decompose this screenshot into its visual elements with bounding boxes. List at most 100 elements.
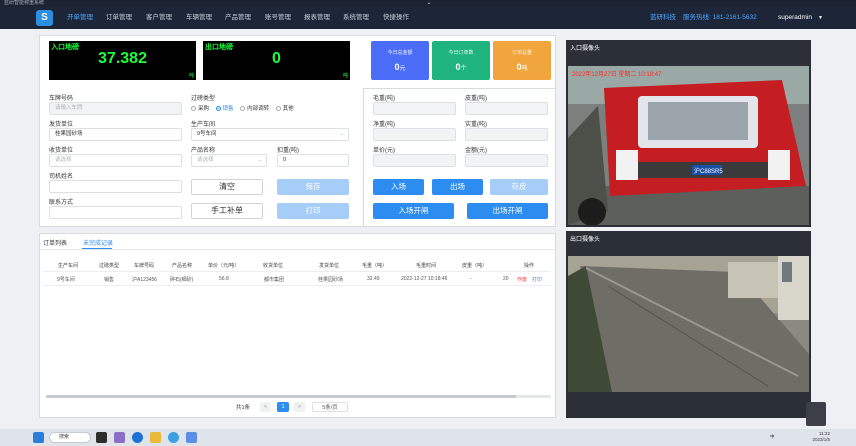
open-entrance-gate-button[interactable]: 入场开闸	[373, 203, 454, 219]
manual-order-button[interactable]: 手工补单	[191, 203, 263, 219]
nav-item-accounts[interactable]: 账号管理	[265, 7, 291, 29]
company-name: 蓝研科技	[650, 14, 676, 21]
nav-item-customers[interactable]: 客户管理	[146, 7, 172, 29]
nav-item-vehicles[interactable]: 车辆管理	[186, 7, 212, 29]
taskbar-search-box[interactable]: 搜索	[49, 432, 91, 443]
nav-item-products[interactable]: 产品管理	[225, 7, 251, 29]
radio-purchase[interactable]: 采购	[191, 104, 209, 112]
stat-today-orders: 今日订单数 0个	[432, 41, 490, 80]
scrollbar-thumb[interactable]	[46, 395, 516, 398]
radio-internal-transfer[interactable]: 内部调转	[240, 104, 269, 112]
entrance-scale-display: 入口地磅 37.382 吨	[49, 41, 196, 80]
ship-unit-select[interactable]: 桂果园砂场	[49, 128, 182, 141]
logo-icon: S	[36, 10, 53, 26]
col-header-ship-unit: 发货单位	[319, 263, 340, 269]
table-header-divider	[43, 271, 551, 272]
print-link[interactable]: 打印	[532, 276, 542, 283]
workshop-select[interactable]: 9号车间 ⌄	[191, 128, 349, 141]
tab-unfinished-records[interactable]: 未完成记录	[83, 238, 113, 247]
product-select[interactable]: 请选择 ⌄	[191, 154, 267, 167]
ime-language-indicator[interactable]: 中	[770, 434, 775, 440]
table-cell: 桂果园砂场	[318, 277, 344, 283]
app-icon[interactable]	[186, 432, 197, 443]
exit-scale-unit: 吨	[342, 73, 348, 79]
entrance-scale-unit: 吨	[188, 73, 194, 79]
enter-button[interactable]: 入场	[373, 179, 424, 195]
table-row-divider	[43, 285, 551, 286]
stat-total-weight: 订单总重 0吨	[493, 41, 551, 80]
clock-date: 2023/1/5	[812, 437, 830, 442]
pager-page-1[interactable]: 1	[277, 402, 289, 412]
open-exit-gate-button[interactable]: 出场开闸	[467, 203, 548, 219]
exit-camera-title: 出口摄像头	[570, 237, 601, 243]
weigh-type-radio-group: 采购 销售 内部调转 其他	[191, 104, 299, 112]
recv-unit-label: 收货单位	[49, 148, 74, 154]
col-header-actions: 操作	[524, 263, 535, 269]
weigh-type-label: 过磅类型	[191, 96, 216, 102]
col-header-product: 产品名称	[172, 263, 193, 269]
plate-label: 车牌号码	[49, 96, 74, 102]
table-cell: -	[470, 276, 472, 282]
stat-unit: 个	[460, 66, 467, 72]
pager-prev-button[interactable]: <	[260, 402, 271, 412]
exit-button[interactable]: 出场	[432, 179, 483, 195]
edge-browser-icon[interactable]	[132, 432, 143, 443]
file-explorer-icon[interactable]	[150, 432, 161, 443]
nav-item-reports[interactable]: 报表管理	[304, 7, 330, 29]
table-cell: 9号车间	[57, 277, 75, 283]
void-link[interactable]: 作废	[517, 276, 527, 283]
nav-item-system[interactable]: 系统管理	[343, 7, 369, 29]
nav-item-quick[interactable]: 快捷操作	[383, 7, 409, 29]
task-view-icon[interactable]	[96, 432, 107, 443]
deduct-label: 扣重(吨)	[277, 148, 299, 154]
driver-input[interactable]	[49, 180, 182, 193]
nav-item-orders[interactable]: 订单管理	[106, 7, 132, 29]
net-label: 净重(吨)	[373, 122, 395, 128]
exit-camera-panel: 出口摄像头	[566, 231, 811, 418]
radio-sales[interactable]: 销售	[215, 104, 234, 112]
user-menu[interactable]: superadmin	[778, 7, 812, 29]
amount-label: 金额(元)	[465, 148, 487, 154]
ship-unit-label: 发货单位	[49, 122, 74, 128]
windows-start-icon[interactable]	[33, 432, 44, 443]
save-tare-button[interactable]: 存皮	[490, 179, 548, 195]
col-header-tare: 皮重（吨）	[462, 263, 488, 269]
actual-label: 实重(吨)	[465, 122, 487, 128]
chevron-down-icon: ⌄	[339, 131, 344, 137]
table-horizontal-scrollbar[interactable]	[46, 395, 551, 398]
stat-unit: 吨	[521, 66, 528, 72]
clear-button[interactable]: 清空	[191, 179, 263, 195]
contact-input[interactable]	[49, 206, 182, 219]
col-header-gross-time: 毛重时间	[416, 263, 437, 269]
service-hotline: 服务热线: 181-2161-5632	[683, 14, 757, 21]
pager-size-select[interactable]: 5条/页	[312, 402, 348, 412]
save-button[interactable]: 保存	[277, 179, 349, 195]
recv-unit-select[interactable]: 请选择	[49, 154, 182, 167]
price-input	[373, 154, 456, 167]
titlebar-chevron-button[interactable]: ⌄	[422, 0, 436, 7]
plate-input[interactable]: 请输入车牌	[49, 102, 182, 115]
radio-other[interactable]: 其他	[275, 104, 294, 112]
system-clock[interactable]: 11:22 2023/1/5	[806, 431, 830, 443]
driver-label: 司机姓名	[49, 174, 74, 180]
floating-widget-icon[interactable]	[806, 402, 826, 426]
active-tab-indicator	[82, 248, 112, 249]
table-cell: 碎石(细砂)	[170, 277, 194, 283]
top-navbar: S 开单管理 订单管理 客户管理 车辆管理 产品管理 账号管理 报表管理 系统管…	[0, 7, 856, 29]
print-button[interactable]: 打印	[277, 203, 349, 219]
stat-label: 订单总重	[511, 50, 532, 56]
pager-next-button[interactable]: >	[294, 402, 305, 412]
stat-label: 今日订单数	[448, 50, 474, 56]
browser-icon[interactable]	[168, 432, 179, 443]
entrance-camera-panel: 入口摄像头 沪C88SR5 2022年12月27日 星期二 10:18:47	[566, 40, 811, 227]
caret-down-icon[interactable]: ▼	[818, 7, 823, 29]
table-cell: 都市集团	[264, 277, 285, 283]
table-cell: 沪A123456	[132, 277, 158, 283]
nav-item-billing[interactable]: 开单管理	[67, 7, 93, 29]
col-header-plate: 车牌号码	[134, 263, 155, 269]
contact-label: 联系方式	[49, 200, 74, 206]
deduct-input[interactable]: 0	[277, 154, 349, 167]
col-header-weigh-type: 过磅类型	[99, 263, 120, 269]
tab-order-list[interactable]: 订单列表	[43, 238, 67, 247]
chat-app-icon[interactable]	[114, 432, 125, 443]
